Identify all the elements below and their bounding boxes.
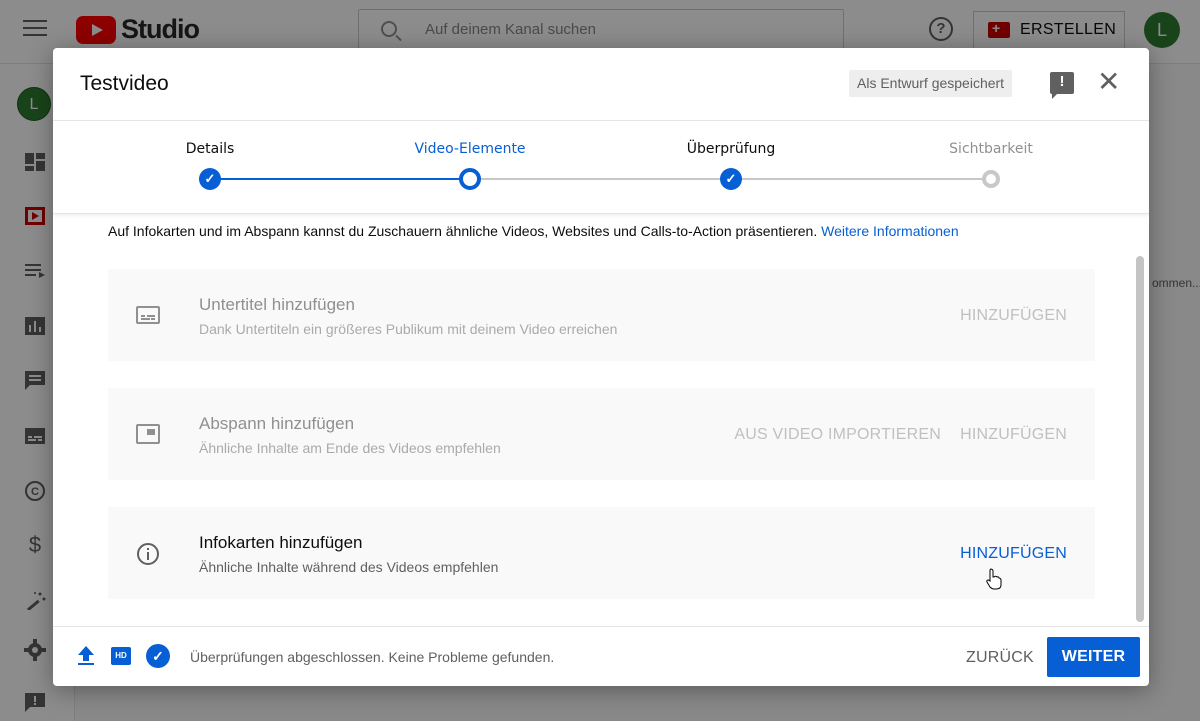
step-details-label[interactable]: Details (186, 141, 235, 157)
add-subtitles-button[interactable]: HINZUFÜGEN (960, 307, 1067, 325)
end-screen-card-subtitle: Ähnliche Inhalte am Ende des Videos empf… (199, 440, 501, 456)
info-cards-card-title: Infokarten hinzufügen (199, 533, 363, 552)
info-cards-card: Infokarten hinzufügen Ähnliche Inhalte w… (108, 507, 1095, 599)
intro-text: Auf Infokarten und im Abspann kannst du … (108, 223, 959, 239)
step-review-label[interactable]: Überprüfung (687, 141, 776, 157)
end-screen-card-title: Abspann hinzufügen (199, 414, 355, 433)
step-review-check-icon[interactable]: ✓ (720, 168, 742, 190)
subtitles-card-subtitle: Dank Untertiteln ein größeres Publikum m… (199, 321, 618, 337)
step-details-check-icon[interactable]: ✓ (199, 168, 221, 190)
checks-complete-icon: ✓ (146, 644, 170, 668)
step-video-elements-node[interactable] (459, 168, 481, 190)
hd-icon: HD (111, 647, 131, 665)
dialog-title: Testvideo (80, 72, 169, 95)
feedback-icon[interactable]: ! (1050, 72, 1074, 99)
learn-more-link[interactable]: Weitere Informationen (821, 223, 958, 239)
end-screen-icon (136, 423, 160, 445)
subtitles-card-title: Untertitel hinzufügen (199, 295, 355, 314)
intro-description: Auf Infokarten und im Abspann kannst du … (108, 223, 818, 239)
dialog-footer: HD ✓ Überprüfungen abgeschlossen. Keine … (53, 626, 1149, 686)
hand-cursor-icon (986, 568, 1002, 590)
subtitles-card: Untertitel hinzufügen Dank Untertiteln e… (108, 269, 1095, 361)
info-icon (136, 542, 160, 565)
dialog-scrollbar[interactable] (1136, 256, 1144, 622)
subtitles-icon (136, 304, 160, 326)
back-button[interactable]: ZURÜCK (966, 649, 1034, 667)
import-from-video-button[interactable]: AUS VIDEO IMPORTIEREN (734, 426, 941, 444)
end-screen-card: Abspann hinzufügen Ähnliche Inhalte am E… (108, 388, 1095, 480)
draft-status-badge: Als Entwurf gespeichert (849, 70, 1013, 97)
close-icon[interactable]: ✕ (1097, 68, 1120, 96)
footer-status-text: Überprüfungen abgeschlossen. Keine Probl… (190, 649, 555, 665)
next-button[interactable]: WEITER (1047, 637, 1140, 677)
stepper-track-done (210, 178, 470, 180)
step-video-elements-label[interactable]: Video-Elemente (414, 141, 525, 157)
info-cards-card-subtitle: Ähnliche Inhalte während des Videos empf… (199, 559, 499, 575)
step-visibility-node[interactable] (982, 170, 1000, 188)
add-end-screen-button[interactable]: HINZUFÜGEN (960, 426, 1067, 444)
add-info-cards-button[interactable]: HINZUFÜGEN (960, 545, 1067, 563)
upload-stepper: Details ✓ Video-Elemente Überprüfung ✓ S… (53, 120, 1149, 214)
step-visibility-label[interactable]: Sichtbarkeit (949, 141, 1033, 157)
upload-dialog: Testvideo Als Entwurf gespeichert ! ✕ De… (53, 48, 1149, 686)
upload-icon (77, 645, 95, 667)
